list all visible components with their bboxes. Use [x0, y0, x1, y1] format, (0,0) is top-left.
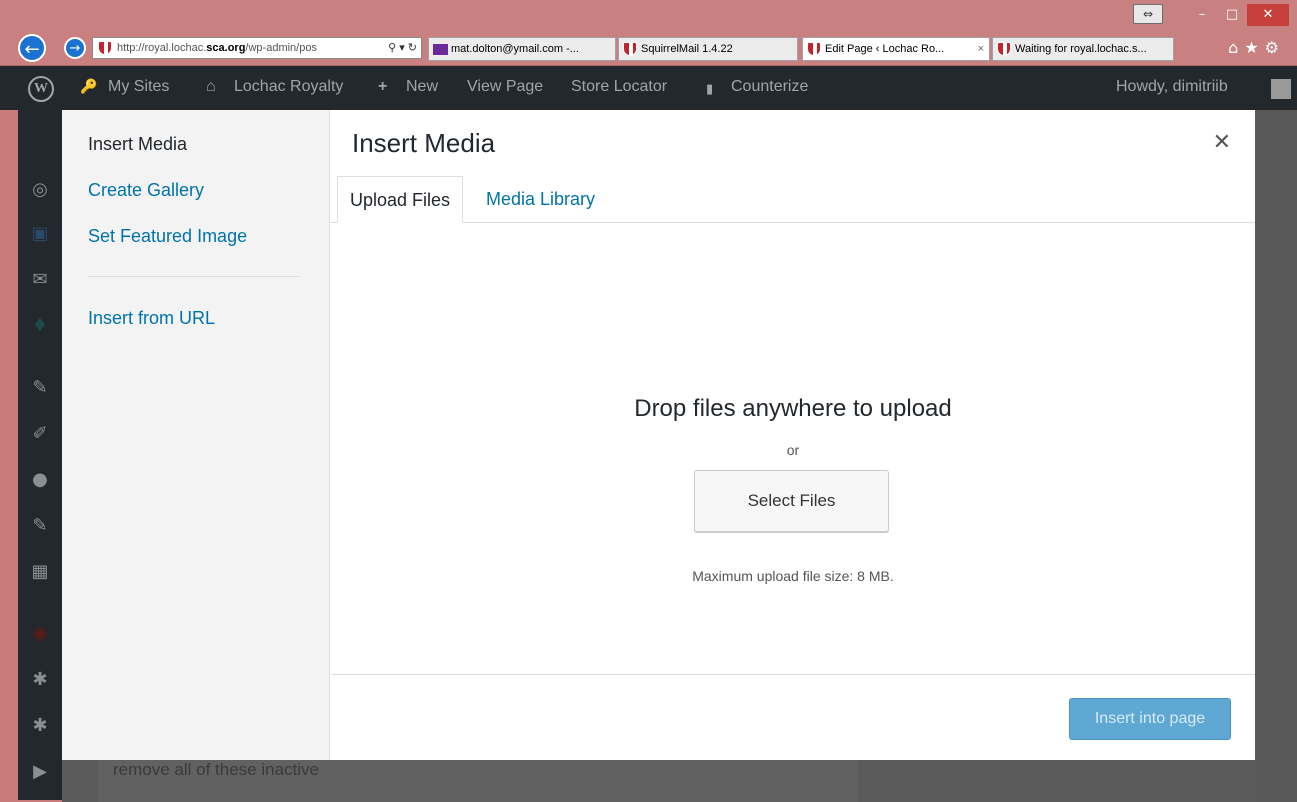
create-gallery-link[interactable]: Create Gallery: [88, 180, 204, 201]
tab-mail[interactable]: mat.dolton@ymail.com -...: [428, 37, 616, 61]
counterize-link[interactable]: Counterize: [731, 78, 808, 96]
minimize-button[interactable]: –: [1187, 4, 1217, 26]
tabs-divider: [331, 222, 1255, 223]
address-bar[interactable]: http://royal.lochac.sca.org/wp-admin/pos…: [92, 37, 422, 59]
tab-close-icon[interactable]: ×: [978, 38, 984, 60]
store-locator-link[interactable]: Store Locator: [571, 78, 667, 96]
tools-icon[interactable]: ✎: [30, 516, 50, 536]
close-icon[interactable]: ✕: [1213, 130, 1231, 155]
gear-icon[interactable]: ✱: [30, 716, 50, 736]
modal-title: Insert Media: [352, 128, 496, 158]
howdy-user[interactable]: Howdy, dimitriib: [1116, 78, 1228, 96]
select-files-button[interactable]: Select Files: [694, 470, 889, 532]
view-page-link[interactable]: View Page: [467, 78, 543, 96]
tab-media-library[interactable]: Media Library: [474, 176, 607, 223]
settings-icon[interactable]: ✱: [30, 670, 50, 690]
wordpress-logo-icon[interactable]: W: [28, 76, 54, 102]
or-text: or: [786, 442, 800, 458]
site-shield-icon: [98, 41, 112, 55]
sidebar-heading[interactable]: Insert Media: [88, 134, 187, 155]
new-link[interactable]: New: [406, 78, 438, 96]
admin-side-menu: ◎ ▣ ✉ ♦ ✎ ✐ ● ✎ ▦ ◉ ✱ ✱ ▶: [18, 110, 62, 800]
max-upload-size: Maximum upload file size: 8 MB.: [692, 568, 894, 584]
address-tools-icon[interactable]: ⚲ ▾ ↻: [385, 38, 417, 58]
media-sidebar: Insert Media Create Gallery Set Featured…: [62, 110, 330, 760]
shield-icon: [997, 42, 1011, 56]
users-icon[interactable]: ●: [30, 470, 50, 490]
mail-icon: [433, 44, 448, 55]
my-sites-link[interactable]: My Sites: [108, 78, 169, 96]
close-window-button[interactable]: ✕: [1247, 4, 1289, 26]
tab-edit-page[interactable]: Edit Page ‹ Lochac Ro... ×: [802, 37, 990, 61]
plugins-icon[interactable]: ✐: [30, 424, 50, 444]
back-arrow-icon[interactable]: ←: [18, 34, 46, 62]
forward-arrow-icon[interactable]: →: [64, 37, 86, 59]
page-backdrop-right: [1255, 110, 1297, 802]
shield-icon: [623, 42, 637, 56]
home-icon: ⌂: [206, 78, 216, 95]
address-domain: sca.org: [206, 42, 246, 54]
drop-files-heading: Drop files anywhere to upload: [634, 395, 952, 422]
tab-waiting[interactable]: Waiting for royal.lochac.s...: [992, 37, 1174, 61]
sidebar-divider: [88, 276, 300, 277]
appearance-icon[interactable]: ✎: [30, 378, 50, 398]
bar-chart-icon: ▮: [706, 81, 714, 96]
stats-icon[interactable]: ▦: [30, 562, 50, 582]
insert-into-page-button[interactable]: Insert into page: [1069, 698, 1231, 740]
address-path: /wp-admin/pos: [245, 42, 317, 54]
browser-chrome: ⇔ – □ ✕ ← → http://royal.lochac.sca.org/…: [0, 0, 1297, 66]
plugin-icon[interactable]: ▣: [30, 224, 50, 244]
site-name-link[interactable]: Lochac Royalty: [234, 78, 343, 96]
set-featured-image-link[interactable]: Set Featured Image: [88, 226, 247, 247]
forms-icon[interactable]: ◎: [30, 180, 50, 200]
play-icon[interactable]: ▶: [30, 762, 50, 782]
browser-toolbar-icons[interactable]: ⌂★⚙: [1228, 38, 1285, 57]
insert-media-modal: Insert Media Create Gallery Set Featured…: [62, 110, 1255, 760]
mail-menu-icon[interactable]: ✉: [30, 270, 50, 290]
avatar[interactable]: [1271, 79, 1291, 99]
record-icon[interactable]: ◉: [30, 624, 50, 644]
tab-label: mat.dolton@ymail.com -...: [451, 43, 579, 55]
shield-icon: [807, 42, 821, 56]
media-toolbar: Insert into page: [331, 674, 1255, 760]
insert-from-url-link[interactable]: Insert from URL: [88, 308, 215, 329]
maximize-button[interactable]: □: [1217, 4, 1247, 26]
window-controls: – □ ✕: [1187, 4, 1289, 26]
wp-admin-bar: W 🔑 My Sites ⌂ Lochac Royalty + New View…: [0, 66, 1297, 110]
leaf-icon[interactable]: ♦: [30, 316, 50, 336]
tab-label: Edit Page ‹ Lochac Ro...: [825, 43, 945, 55]
tab-label: Waiting for royal.lochac.s...: [1015, 43, 1147, 55]
address-prefix: http://royal.lochac.: [117, 42, 207, 54]
background-text: remove all of these inactive: [113, 760, 319, 779]
tab-squirrelmail[interactable]: SquirrelMail 1.4.22: [618, 37, 798, 61]
restore-window-button[interactable]: ⇔: [1133, 4, 1163, 24]
tab-upload-files[interactable]: Upload Files: [337, 176, 464, 223]
tab-label: SquirrelMail 1.4.22: [641, 43, 733, 55]
plus-icon: +: [378, 78, 388, 95]
key-icon: 🔑: [80, 78, 98, 94]
